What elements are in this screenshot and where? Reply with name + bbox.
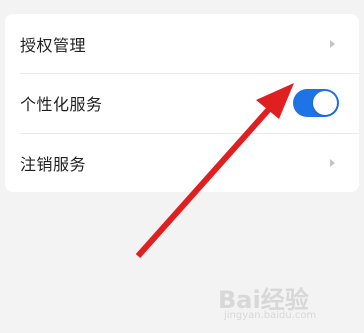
personalized-service-row: 个性化服务 bbox=[5, 73, 359, 132]
authorization-management-label: 授权管理 bbox=[20, 35, 87, 55]
personalized-service-toggle[interactable] bbox=[293, 88, 339, 117]
personalized-service-label: 个性化服务 bbox=[20, 94, 103, 114]
watermark: Bai经验 jingyan.baidu.com bbox=[218, 280, 358, 326]
cancel-service-label: 注销服务 bbox=[20, 154, 87, 174]
settings-card: 授权管理 个性化服务 注销服务 bbox=[5, 14, 359, 192]
chevron-right-icon bbox=[330, 158, 335, 167]
toggle-knob bbox=[313, 90, 337, 115]
cancel-service-row[interactable]: 注销服务 bbox=[5, 133, 359, 192]
authorization-management-row[interactable]: 授权管理 bbox=[5, 14, 359, 73]
watermark-site: jingyan.baidu.com bbox=[224, 310, 317, 321]
chevron-right-icon bbox=[330, 39, 335, 48]
